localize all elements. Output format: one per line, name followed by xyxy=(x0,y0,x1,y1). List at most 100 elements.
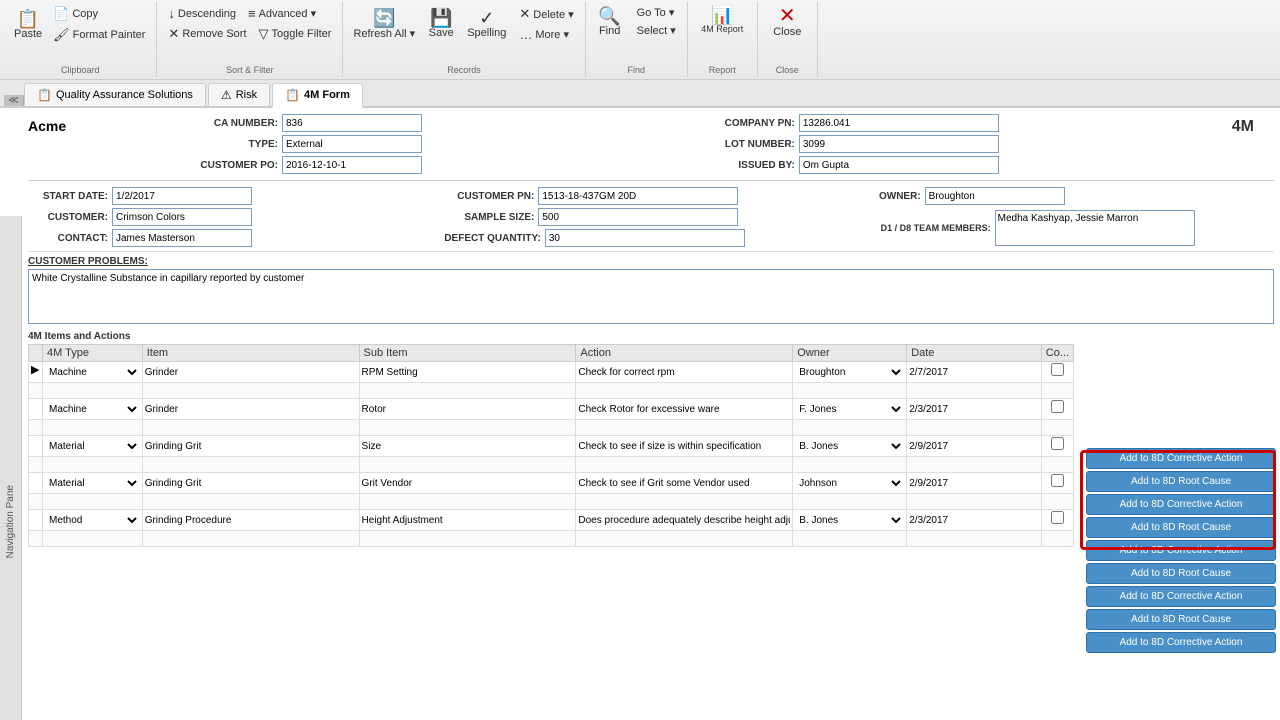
action-input-4[interactable] xyxy=(578,511,790,529)
date-input-3[interactable] xyxy=(909,474,989,492)
item-input-1[interactable] xyxy=(145,400,357,418)
item-cell-3[interactable] xyxy=(142,473,359,494)
item-input-4[interactable] xyxy=(145,511,357,529)
co-cell-3[interactable] xyxy=(1041,473,1073,494)
co-checkbox-2[interactable] xyxy=(1051,437,1064,450)
owner-cell-4[interactable]: B. Jones xyxy=(793,510,907,531)
descending-button[interactable]: ↓ Descending xyxy=(163,4,241,23)
tab-quality-assurance[interactable]: 📋 Quality Assurance Solutions xyxy=(24,83,206,106)
tab-risk[interactable]: ⚠ Risk xyxy=(208,83,270,106)
type-select-0[interactable]: Machine xyxy=(45,363,140,381)
subitem-input-0[interactable] xyxy=(362,363,574,381)
action-btn-3[interactable]: Add to 8D Root Cause xyxy=(1086,517,1276,538)
item-cell-2[interactable] xyxy=(142,436,359,457)
customer-input[interactable] xyxy=(112,208,252,226)
find-button[interactable]: 🔍 Find xyxy=(592,5,628,39)
owner-cell-3[interactable]: Johnson xyxy=(793,473,907,494)
subitem-cell-3[interactable] xyxy=(359,473,576,494)
owner-select-0[interactable]: Broughton xyxy=(795,363,904,381)
co-cell-0[interactable] xyxy=(1041,362,1073,383)
subitem-input-3[interactable] xyxy=(362,474,574,492)
copy-button[interactable]: 📄 Copy xyxy=(48,4,150,24)
owner-select-3[interactable]: Johnson xyxy=(795,474,904,492)
item-cell-1[interactable] xyxy=(142,399,359,420)
action-cell-4[interactable] xyxy=(576,510,793,531)
action-cell-3[interactable] xyxy=(576,473,793,494)
type-input[interactable] xyxy=(282,135,422,153)
date-cell-1[interactable] xyxy=(907,399,1042,420)
advanced-button[interactable]: ≡ Advanced ▾ xyxy=(243,4,321,23)
defect-qty-input[interactable] xyxy=(545,229,745,247)
subitem-cell-1[interactable] xyxy=(359,399,576,420)
co-checkbox-0[interactable] xyxy=(1051,363,1064,376)
action-input-2[interactable] xyxy=(578,437,790,455)
lot-number-input[interactable] xyxy=(799,135,999,153)
contact-input[interactable] xyxy=(112,229,252,247)
customer-problems-textarea[interactable]: White Crystalline Substance in capillary… xyxy=(28,269,1274,324)
report-button[interactable]: 📊 4M Report xyxy=(697,4,747,36)
spelling-button[interactable]: ✓ Spelling xyxy=(463,7,510,41)
action-btn-6[interactable]: Add to 8D Corrective Action xyxy=(1086,586,1276,607)
owner-cell-1[interactable]: F. Jones xyxy=(793,399,907,420)
date-input-4[interactable] xyxy=(909,511,989,529)
format-painter-button[interactable]: 🖌 Format Painter xyxy=(48,25,150,45)
date-cell-2[interactable] xyxy=(907,436,1042,457)
select-button[interactable]: Select ▾ xyxy=(632,22,681,39)
company-pn-input[interactable] xyxy=(799,114,999,132)
action-btn-8[interactable]: Add to 8D Corrective Action xyxy=(1086,632,1276,653)
owner-cell-2[interactable]: B. Jones xyxy=(793,436,907,457)
co-checkbox-1[interactable] xyxy=(1051,400,1064,413)
date-input-0[interactable] xyxy=(909,363,989,381)
type-cell-4[interactable]: Method xyxy=(43,510,143,531)
type-select-4[interactable]: Method xyxy=(45,511,140,529)
action-btn-7[interactable]: Add to 8D Root Cause xyxy=(1086,609,1276,630)
date-cell-3[interactable] xyxy=(907,473,1042,494)
co-cell-1[interactable] xyxy=(1041,399,1073,420)
subitem-cell-4[interactable] xyxy=(359,510,576,531)
d1d8-input[interactable]: Medha Kashyap, Jessie Marron xyxy=(995,210,1195,246)
subitem-cell-0[interactable] xyxy=(359,362,576,383)
delete-button[interactable]: ✕ Delete ▾ xyxy=(514,4,578,24)
date-input-1[interactable] xyxy=(909,400,989,418)
close-button[interactable]: ✕ Close xyxy=(769,4,805,40)
type-cell-3[interactable]: Material xyxy=(43,473,143,494)
type-select-2[interactable]: Material xyxy=(45,437,140,455)
action-btn-1[interactable]: Add to 8D Root Cause xyxy=(1086,471,1276,492)
subitem-input-1[interactable] xyxy=(362,400,574,418)
subitem-input-2[interactable] xyxy=(362,437,574,455)
owner-cell-0[interactable]: Broughton xyxy=(793,362,907,383)
action-cell-1[interactable] xyxy=(576,399,793,420)
subitem-cell-2[interactable] xyxy=(359,436,576,457)
type-select-1[interactable]: Machine xyxy=(45,400,140,418)
action-btn-5[interactable]: Add to 8D Root Cause xyxy=(1086,563,1276,584)
item-input-2[interactable] xyxy=(145,437,357,455)
owner-select-2[interactable]: B. Jones xyxy=(795,437,904,455)
remove-sort-button[interactable]: ✕ Remove Sort xyxy=(163,24,251,44)
action-input-1[interactable] xyxy=(578,400,790,418)
issued-by-input[interactable] xyxy=(799,156,999,174)
item-input-3[interactable] xyxy=(145,474,357,492)
co-checkbox-3[interactable] xyxy=(1051,474,1064,487)
owner-select-4[interactable]: B. Jones xyxy=(795,511,904,529)
item-cell-0[interactable] xyxy=(142,362,359,383)
goto-button[interactable]: Go To ▾ xyxy=(632,4,681,21)
item-cell-4[interactable] xyxy=(142,510,359,531)
type-cell-0[interactable]: Machine xyxy=(43,362,143,383)
action-btn-4[interactable]: Add to 8D Corrective Action xyxy=(1086,540,1276,561)
sample-size-input[interactable] xyxy=(538,208,738,226)
action-btn-2[interactable]: Add to 8D Corrective Action xyxy=(1086,494,1276,515)
tab-4m-form[interactable]: 📋 4M Form xyxy=(272,83,363,108)
customer-pn-input[interactable] xyxy=(538,187,738,205)
subitem-input-4[interactable] xyxy=(362,511,574,529)
item-input-0[interactable] xyxy=(145,363,357,381)
co-checkbox-4[interactable] xyxy=(1051,511,1064,524)
refresh-all-button[interactable]: 🔄 Refresh All ▾ xyxy=(349,7,419,42)
owner-input[interactable] xyxy=(925,187,1065,205)
date-cell-0[interactable] xyxy=(907,362,1042,383)
type-select-3[interactable]: Material xyxy=(45,474,140,492)
owner-select-1[interactable]: F. Jones xyxy=(795,400,904,418)
date-input-2[interactable] xyxy=(909,437,989,455)
type-cell-1[interactable]: Machine xyxy=(43,399,143,420)
action-btn-0[interactable]: Add to 8D Corrective Action xyxy=(1086,448,1276,469)
type-cell-2[interactable]: Material xyxy=(43,436,143,457)
